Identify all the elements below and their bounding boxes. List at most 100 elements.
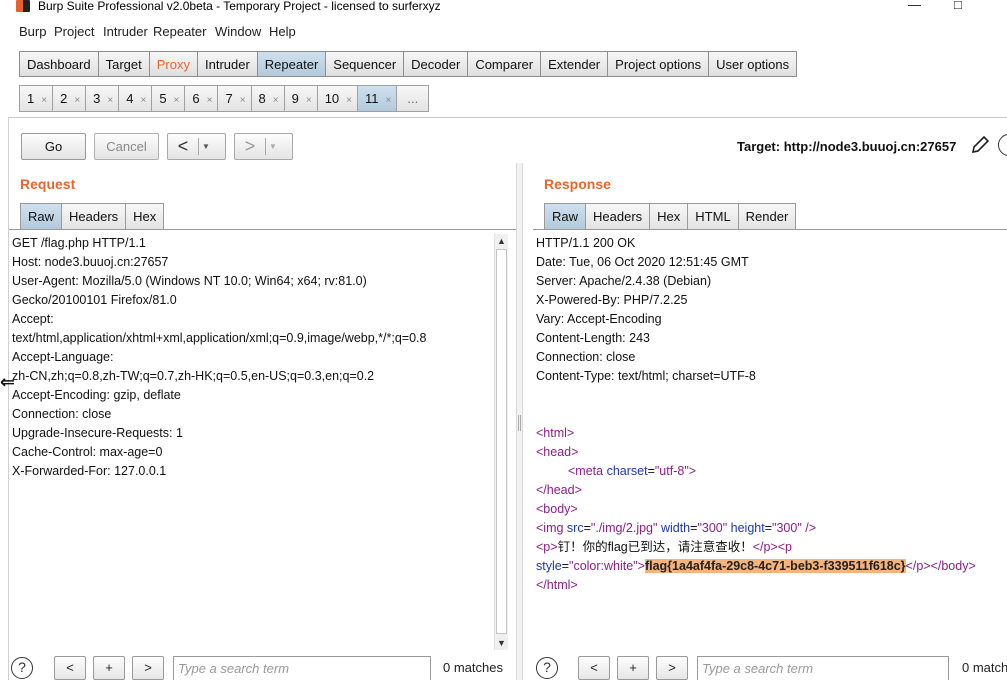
repeater-tab[interactable]: 5 × bbox=[151, 85, 185, 112]
close-icon[interactable]: × bbox=[74, 95, 80, 106]
scroll-down-icon[interactable]: ▼ bbox=[495, 636, 508, 650]
repeater-tab-label: 8 bbox=[258, 91, 266, 106]
html-attr: style bbox=[536, 559, 562, 573]
divider bbox=[9, 229, 516, 230]
response-match-count: 0 match bbox=[962, 660, 1007, 675]
search-prev-button[interactable]: < bbox=[54, 656, 86, 680]
html-tag: <img bbox=[536, 521, 567, 535]
response-body-line: <meta charset="utf-8"> bbox=[536, 462, 1007, 481]
response-viewer[interactable]: HTTP/1.1 200 OK Date: Tue, 06 Oct 2020 1… bbox=[536, 234, 1007, 650]
search-add-button[interactable]: + bbox=[93, 656, 125, 680]
scrollbar-thumb[interactable] bbox=[496, 249, 507, 634]
response-tab-html[interactable]: HTML bbox=[687, 203, 738, 230]
go-button[interactable]: Go bbox=[21, 133, 86, 160]
close-icon[interactable]: × bbox=[240, 95, 246, 106]
html-tag: </p></body> bbox=[905, 559, 976, 573]
close-icon[interactable]: × bbox=[174, 95, 180, 106]
menu-window[interactable]: Window bbox=[215, 24, 261, 39]
repeater-tab[interactable]: 8 × bbox=[250, 85, 284, 112]
request-line: Host: node3.buuoj.cn:27657 bbox=[12, 255, 169, 269]
repeater-tab[interactable]: 6 × bbox=[184, 85, 218, 112]
tab-repeater[interactable]: Repeater bbox=[256, 51, 326, 77]
forward-button[interactable]: > ▼ bbox=[234, 133, 293, 160]
request-search-input[interactable]: Type a search term bbox=[173, 656, 431, 680]
tab-project-options[interactable]: Project options bbox=[607, 51, 709, 77]
menu-project[interactable]: Project bbox=[54, 24, 94, 39]
repeater-tab[interactable]: 2 × bbox=[52, 85, 86, 112]
tab-intruder[interactable]: Intruder bbox=[196, 51, 257, 77]
repeater-tab[interactable]: 9 × bbox=[283, 85, 317, 112]
request-tab-headers[interactable]: Headers bbox=[61, 203, 126, 230]
menu-intruder[interactable]: Intruder bbox=[103, 24, 148, 39]
scroll-up-icon[interactable]: ▲ bbox=[495, 234, 508, 248]
request-line: text/html,application/xhtml+xml,applicat… bbox=[12, 331, 427, 345]
repeater-tab[interactable]: 1 × bbox=[19, 85, 53, 112]
search-add-button[interactable]: + bbox=[617, 656, 649, 680]
new-tab-button[interactable]: ... bbox=[396, 85, 430, 112]
flag-value[interactable]: flag{1a4af4fa-29c8-4c71-beb3-f339511f618… bbox=[644, 559, 906, 573]
help-icon[interactable] bbox=[998, 134, 1007, 156]
request-line: Gecko/20100101 Firefox/81.0 bbox=[12, 293, 177, 307]
response-tab-headers[interactable]: Headers bbox=[585, 203, 650, 230]
repeater-tab[interactable]: 4 × bbox=[118, 85, 152, 112]
response-view-tabs: Raw Headers Hex HTML Render bbox=[544, 203, 797, 230]
tab-dashboard[interactable]: Dashboard bbox=[19, 51, 98, 77]
help-icon[interactable]: ? bbox=[536, 657, 558, 679]
close-icon[interactable]: × bbox=[207, 95, 213, 106]
repeater-tab-label: 1 bbox=[27, 91, 35, 106]
html-tag: <p> bbox=[536, 540, 558, 554]
tab-decoder[interactable]: Decoder bbox=[403, 51, 468, 77]
tab-user-options[interactable]: User options bbox=[708, 51, 798, 77]
dropdown-arrow-icon[interactable]: ▼ bbox=[199, 142, 213, 151]
request-scrollbar[interactable]: ▲ ▼ bbox=[494, 234, 508, 650]
tab-comparer[interactable]: Comparer bbox=[467, 51, 541, 77]
minimize-button[interactable]: — bbox=[908, 0, 921, 12]
response-header-line: Content-Length: 243 bbox=[536, 331, 650, 345]
close-icon[interactable]: × bbox=[346, 95, 352, 106]
response-tab-raw[interactable]: Raw bbox=[544, 203, 586, 230]
response-tab-render[interactable]: Render bbox=[737, 203, 797, 230]
close-icon[interactable]: × bbox=[107, 95, 113, 106]
equals: = bbox=[583, 521, 591, 535]
grip-icon bbox=[518, 415, 521, 431]
repeater-tab-label: 4 bbox=[126, 91, 134, 106]
menu-repeater[interactable]: Repeater bbox=[153, 24, 206, 39]
back-button[interactable]: < ▼ bbox=[167, 133, 226, 160]
tab-proxy[interactable]: Proxy bbox=[148, 51, 197, 77]
splitter-arrow-icon: ⇐ bbox=[0, 372, 16, 392]
search-next-button[interactable]: > bbox=[132, 656, 164, 680]
search-next-button[interactable]: > bbox=[656, 656, 688, 680]
repeater-tab[interactable]: 10 × bbox=[316, 85, 358, 112]
html-tag: > bbox=[637, 559, 645, 573]
request-tab-raw[interactable]: Raw bbox=[20, 203, 62, 230]
request-title: Request bbox=[20, 176, 76, 192]
dropdown-arrow-icon[interactable]: ▼ bbox=[266, 142, 280, 151]
response-body-line: <html> bbox=[536, 424, 1007, 443]
response-tab-hex[interactable]: Hex bbox=[649, 203, 688, 230]
menu-burp[interactable]: Burp bbox=[19, 24, 46, 39]
tab-sequencer[interactable]: Sequencer bbox=[325, 51, 404, 77]
repeater-tab-active[interactable]: 11 × bbox=[357, 85, 397, 112]
tab-target[interactable]: Target bbox=[97, 51, 149, 77]
repeater-tab[interactable]: 3 × bbox=[85, 85, 119, 112]
pane-splitter[interactable] bbox=[516, 163, 523, 680]
close-icon[interactable]: × bbox=[140, 95, 146, 106]
response-search-input[interactable]: Type a search term bbox=[697, 656, 949, 680]
close-icon[interactable]: × bbox=[386, 95, 392, 106]
help-icon[interactable]: ? bbox=[11, 657, 33, 679]
response-header-line: Server: Apache/2.4.38 (Debian) bbox=[536, 274, 712, 288]
request-tab-hex[interactable]: Hex bbox=[125, 203, 165, 230]
request-editor[interactable]: GET /flag.php HTTP/1.1 Host: node3.buuoj… bbox=[12, 234, 493, 650]
tab-extender[interactable]: Extender bbox=[540, 51, 608, 77]
search-prev-button[interactable]: < bbox=[578, 656, 610, 680]
close-icon[interactable]: × bbox=[273, 95, 279, 106]
response-header-line: Vary: Accept-Encoding bbox=[536, 312, 662, 326]
chevron-right-icon: > bbox=[244, 136, 256, 156]
menu-help[interactable]: Help bbox=[269, 24, 296, 39]
close-icon[interactable]: × bbox=[306, 95, 312, 106]
maximize-button[interactable]: □ bbox=[954, 0, 962, 12]
pencil-icon[interactable] bbox=[969, 134, 991, 156]
cancel-button[interactable]: Cancel bbox=[94, 133, 159, 160]
repeater-tab[interactable]: 7 × bbox=[217, 85, 251, 112]
close-icon[interactable]: × bbox=[41, 95, 47, 106]
